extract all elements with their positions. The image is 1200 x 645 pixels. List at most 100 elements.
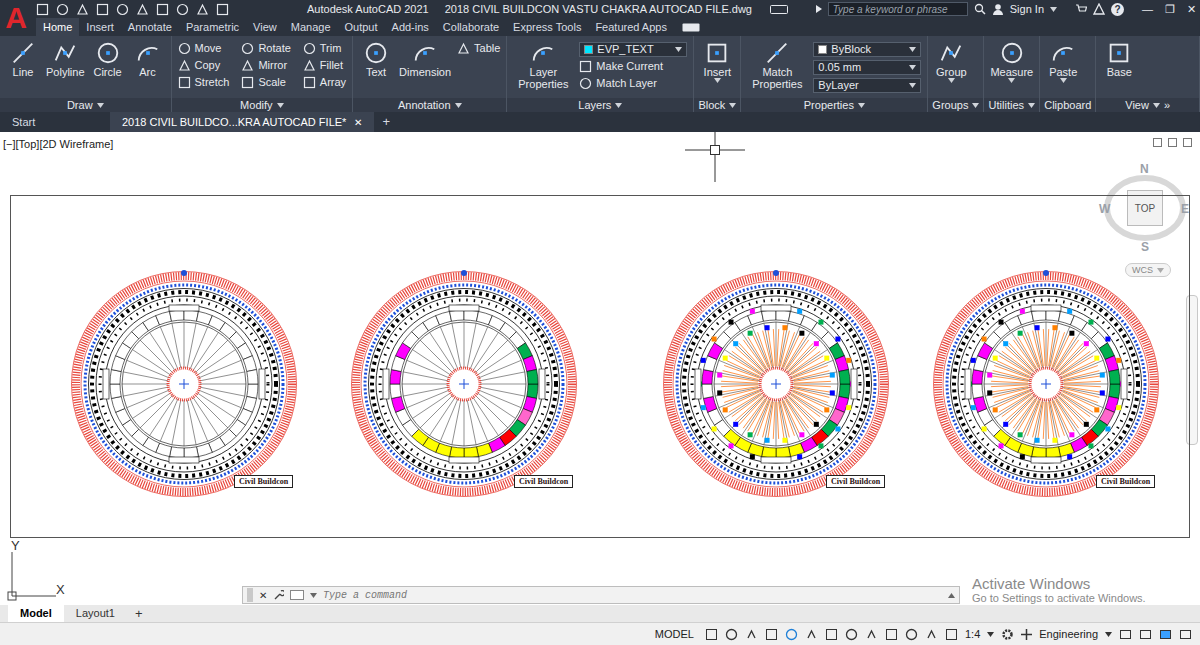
ribbon-small-tool[interactable]: Stretch — [178, 76, 230, 89]
ribbon-tab[interactable]: View — [246, 18, 284, 36]
viewcube[interactable]: NWESTOPWCS — [1095, 160, 1195, 285]
ribbon-tool[interactable]: Base — [1102, 40, 1136, 78]
help-button[interactable]: ? — [1111, 3, 1124, 16]
file-tab[interactable]: 2018 CIVIL BUILDCO...KRA AUTOCAD FILE*✕ — [110, 112, 374, 132]
panel-title[interactable]: Block — [694, 98, 740, 112]
ribbon-tool[interactable]: Dimension — [399, 40, 451, 78]
ribbon-small-tool[interactable]: Table — [457, 42, 500, 55]
autodesk-app-icon[interactable] — [1093, 3, 1105, 15]
ribbon-small-tool[interactable]: Copy — [178, 59, 230, 72]
toolbar-icon[interactable] — [303, 59, 316, 72]
panel-title[interactable]: Clipboard — [1040, 98, 1095, 112]
close-tab-button[interactable]: ✕ — [354, 115, 362, 130]
status-toggle-icon[interactable] — [905, 628, 918, 641]
ribbon-tool[interactable]: Layer Properties — [513, 40, 573, 90]
units-button[interactable]: Engineering — [1039, 626, 1098, 643]
ribbon-toggle-icon[interactable] — [682, 23, 700, 32]
ribbon-tab[interactable]: Express Tools — [506, 18, 588, 36]
ribbon-tab[interactable]: Home — [36, 18, 79, 36]
ribbon-small-tool[interactable]: Fillet — [303, 59, 346, 72]
model-space-button[interactable]: MODEL — [651, 626, 698, 643]
vastu-chakra[interactable]: Civil Buildcon — [349, 269, 589, 499]
toolbar-icon[interactable] — [178, 76, 191, 89]
command-input[interactable]: Type a command — [323, 588, 942, 603]
layout-tab[interactable]: Model — [8, 605, 64, 622]
status-toggle-icon[interactable] — [785, 628, 798, 641]
status-tool-icon[interactable] — [1119, 628, 1132, 641]
ribbon-tool[interactable]: Text — [359, 40, 393, 78]
property-dropdown[interactable]: 0.05 mm — [813, 60, 921, 75]
toolbar-icon[interactable] — [96, 3, 109, 16]
new-tab-button[interactable]: + — [374, 112, 398, 132]
toolbar-icon[interactable] — [196, 3, 209, 16]
status-toggle-icon[interactable] — [865, 628, 878, 641]
toolbar-icon[interactable] — [216, 3, 229, 16]
status-toggle-icon[interactable] — [885, 628, 898, 641]
toolbar-icon[interactable] — [457, 42, 470, 55]
panel-title[interactable]: Utilities — [984, 98, 1039, 112]
ribbon-tool[interactable]: Circle — [91, 40, 125, 78]
ribbon-tool[interactable]: Measure — [990, 40, 1033, 83]
history-up-icon[interactable] — [948, 593, 955, 598]
toolbar-icon[interactable] — [241, 59, 254, 72]
add-layout-button[interactable]: + — [127, 605, 151, 622]
toolbar-icon[interactable] — [116, 3, 129, 16]
ribbon-small-tool[interactable]: Move — [178, 42, 230, 55]
expand-icon[interactable] — [816, 5, 822, 13]
toolbar-icon[interactable] — [76, 3, 89, 16]
ribbon-tab[interactable]: Annotate — [121, 18, 179, 36]
close-command-button[interactable]: ✕ — [259, 588, 267, 603]
status-tool-icon[interactable] — [1159, 628, 1172, 641]
viewport-controls[interactable]: [−][Top][2D Wireframe] — [3, 136, 113, 153]
viewport-button-icon[interactable] — [1153, 138, 1162, 147]
panel-title[interactable]: Properties — [741, 98, 927, 112]
toolbar-icon[interactable] — [178, 42, 191, 55]
toolbar-icon[interactable] — [241, 42, 254, 55]
ribbon-tool[interactable]: Match Properties — [747, 40, 807, 90]
panel-title[interactable]: View» — [1096, 98, 1199, 112]
panel-title[interactable]: Groups — [928, 98, 983, 112]
command-line[interactable]: ✕ Type a command — [242, 586, 960, 604]
status-toggle-icon[interactable] — [945, 628, 958, 641]
status-toggle-icon[interactable] — [925, 628, 938, 641]
ribbon-tool[interactable]: Arc — [131, 40, 165, 78]
status-toggle-icon[interactable] — [805, 628, 818, 641]
ribbon-tab[interactable]: Featured Apps — [588, 18, 674, 36]
status-toggle-icon[interactable] — [705, 628, 718, 641]
search-icon[interactable] — [974, 3, 986, 15]
gear-icon[interactable] — [1001, 628, 1014, 641]
drawing-canvas[interactable]: [−][Top][2D Wireframe]NWESTOPWCSCivil Bu… — [0, 132, 1200, 605]
toolbar-icon[interactable] — [579, 77, 592, 90]
ribbon-small-tool[interactable]: Make Current — [579, 60, 687, 73]
ribbon-small-tool[interactable]: Mirror — [241, 59, 290, 72]
status-toggle-icon[interactable] — [725, 628, 738, 641]
ribbon-tab[interactable]: Output — [338, 18, 385, 36]
ribbon-small-tool[interactable]: Rotate — [241, 42, 290, 55]
sign-in[interactable]: Sign In — [1010, 1, 1044, 18]
toolbar-icon[interactable] — [156, 3, 169, 16]
status-tool-icon[interactable] — [1139, 628, 1152, 641]
layout-tab[interactable]: Layout1 — [64, 605, 127, 622]
toolbar-icon[interactable] — [176, 3, 189, 16]
toolbar-icon[interactable] — [178, 59, 191, 72]
viewport-button-icon[interactable] — [1183, 138, 1192, 147]
ribbon-small-tool[interactable]: Trim — [303, 42, 346, 55]
ribbon-small-tool[interactable]: Scale — [241, 76, 290, 89]
file-tab[interactable]: Start — [0, 112, 110, 132]
property-dropdown[interactable]: ByBlock — [813, 42, 921, 57]
ribbon-tab[interactable]: Manage — [284, 18, 338, 36]
vastu-chakra[interactable]: Civil Buildcon — [69, 269, 309, 499]
toolbar-icon[interactable] — [303, 42, 316, 55]
property-dropdown[interactable]: EVP_TEXT — [579, 42, 687, 57]
panel-title[interactable]: Annotation — [353, 98, 506, 112]
toolbar-icon[interactable] — [36, 3, 49, 16]
toolbar-icon[interactable] — [579, 60, 592, 73]
status-toggle-icon[interactable] — [765, 628, 778, 641]
plus-icon[interactable] — [1021, 629, 1032, 640]
ribbon-tool[interactable]: Line — [6, 40, 40, 78]
ribbon-tab[interactable]: Insert — [79, 18, 121, 36]
vastu-chakra[interactable]: Civil Buildcon — [931, 269, 1171, 499]
ribbon-tab[interactable]: Add-ins — [385, 18, 436, 36]
ribbon-tab[interactable]: Parametric — [179, 18, 246, 36]
wrench-icon[interactable] — [273, 590, 284, 601]
